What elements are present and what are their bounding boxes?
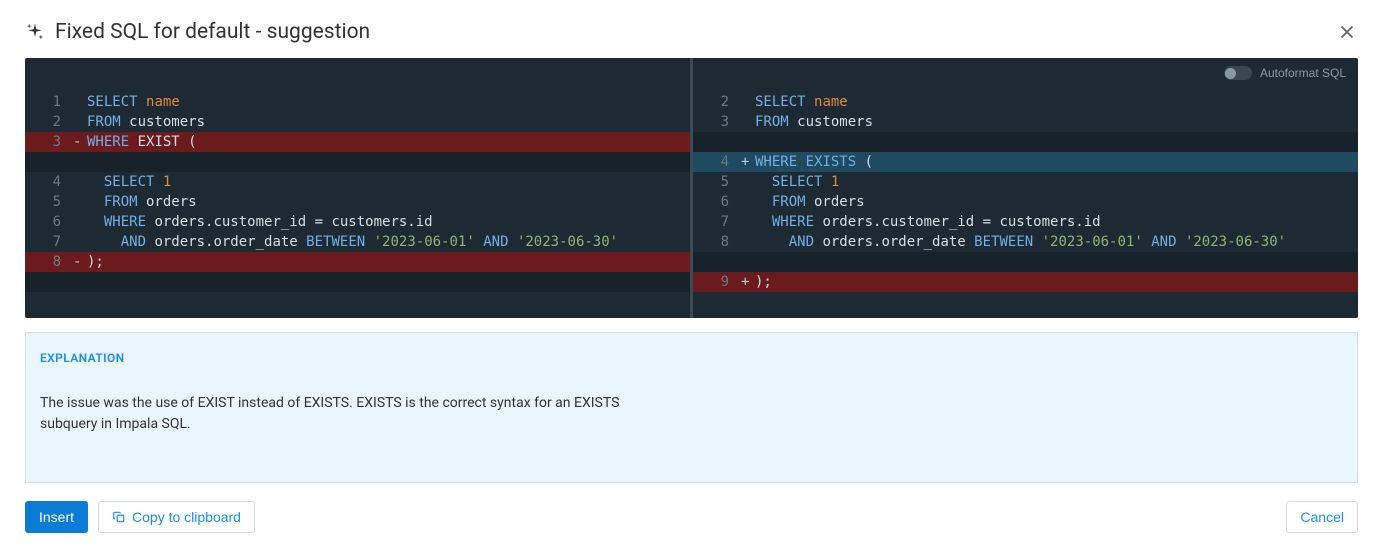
explanation-panel: EXPLANATION The issue was the use of EXI… — [25, 332, 1358, 483]
code-line: WHERE orders.customer_id = customers.id — [87, 212, 433, 232]
code-row: 8 AND orders.order_date BETWEEN '2023-06… — [693, 232, 1358, 252]
autoformat-label: Autoformat SQL — [1260, 66, 1346, 80]
code-line: FROM orders — [755, 192, 865, 212]
code-line: FROM customers — [755, 112, 873, 132]
code-row: 7 WHERE orders.customer_id = customers.i… — [693, 212, 1358, 232]
code-line: WHERE EXIST ( — [87, 132, 197, 152]
code-line: WHERE EXISTS ( — [755, 152, 873, 172]
code-row: 6 FROM orders — [693, 192, 1358, 212]
diff-right-pane: 2SELECT name3FROM customers4+WHERE EXIST… — [693, 58, 1358, 318]
code-row: 4 SELECT 1 — [25, 172, 690, 192]
modal-title: Fixed SQL for default - suggestion — [55, 20, 1326, 44]
line-number: 9 — [693, 272, 741, 292]
code-row: 4+WHERE EXISTS ( — [693, 152, 1358, 172]
line-number: 7 — [25, 232, 73, 252]
code-row: 3-WHERE EXIST ( — [25, 132, 690, 152]
line-number: 1 — [25, 92, 73, 112]
copy-label: Copy to clipboard — [132, 509, 241, 525]
line-number: 5 — [25, 192, 73, 212]
code-row: 2 SELECT name — [693, 92, 1358, 112]
code-row — [693, 292, 1358, 312]
modal-header: Fixed SQL for default - suggestion — [25, 20, 1358, 44]
code-line: FROM customers — [87, 112, 205, 132]
line-number: 3 — [693, 112, 741, 132]
close-icon[interactable] — [1336, 21, 1358, 43]
code-line: SELECT name — [87, 92, 180, 112]
explanation-body: The issue was the use of EXIST instead o… — [40, 393, 650, 435]
code-row: 3 FROM customers — [693, 112, 1358, 132]
copy-icon — [112, 510, 126, 524]
code-row — [25, 272, 690, 292]
code-row — [25, 152, 690, 172]
code-row — [693, 132, 1358, 152]
code-row — [693, 252, 1358, 272]
code-row: 6 WHERE orders.customer_id = customers.i… — [25, 212, 690, 232]
diff-viewer: Autoformat SQL 1 SELECT name 2 FROM custome… — [25, 58, 1358, 318]
line-number: 2 — [25, 112, 73, 132]
code-row: 9+); — [693, 272, 1358, 292]
code-row: 2 FROM customers — [25, 112, 690, 132]
line-number: 7 — [693, 212, 741, 232]
code-row: 1 SELECT name — [25, 92, 690, 112]
diff-marker: + — [741, 272, 755, 292]
diff-marker: - — [73, 132, 87, 152]
line-number: 8 — [25, 252, 73, 272]
line-number: 2 — [693, 92, 741, 112]
code-row: 7 AND orders.order_date BETWEEN '2023-06… — [25, 232, 690, 252]
line-number: 6 — [25, 212, 73, 232]
copy-button[interactable]: Copy to clipboard — [98, 501, 255, 533]
code-line: AND orders.order_date BETWEEN '2023-06-0… — [87, 232, 618, 252]
insert-button[interactable]: Insert — [25, 501, 88, 533]
code-row — [25, 292, 690, 312]
line-number: 8 — [693, 232, 741, 252]
code-row: 5 FROM orders — [25, 192, 690, 212]
autoformat-toggle-area: Autoformat SQL — [1224, 66, 1346, 80]
code-line: SELECT 1 — [87, 172, 171, 192]
line-number: 6 — [693, 192, 741, 212]
code-line: ); — [755, 272, 772, 292]
insert-label: Insert — [39, 509, 74, 525]
diff-marker: + — [741, 152, 755, 172]
modal-footer: Insert Copy to clipboard Cancel — [25, 501, 1358, 533]
line-number: 4 — [693, 152, 741, 172]
sparkle-icon — [25, 22, 45, 42]
code-line: FROM orders — [87, 192, 197, 212]
diff-marker: - — [73, 252, 87, 272]
code-line: SELECT 1 — [755, 172, 839, 192]
line-number: 5 — [693, 172, 741, 192]
explanation-title: EXPLANATION — [40, 349, 1343, 367]
cancel-button[interactable]: Cancel — [1286, 501, 1358, 533]
code-row: 8-); — [25, 252, 690, 272]
code-line: WHERE orders.customer_id = customers.id — [755, 212, 1101, 232]
code-line: SELECT name — [755, 92, 848, 112]
autoformat-toggle[interactable] — [1224, 66, 1252, 80]
code-line: AND orders.order_date BETWEEN '2023-06-0… — [755, 232, 1286, 252]
code-line: ); — [87, 252, 104, 272]
line-number: 3 — [25, 132, 73, 152]
line-number: 4 — [25, 172, 73, 192]
cancel-label: Cancel — [1300, 509, 1344, 525]
code-row: 5 SELECT 1 — [693, 172, 1358, 192]
diff-left-pane: 1SELECT name2FROM customers3-WHERE EXIST… — [25, 58, 693, 318]
